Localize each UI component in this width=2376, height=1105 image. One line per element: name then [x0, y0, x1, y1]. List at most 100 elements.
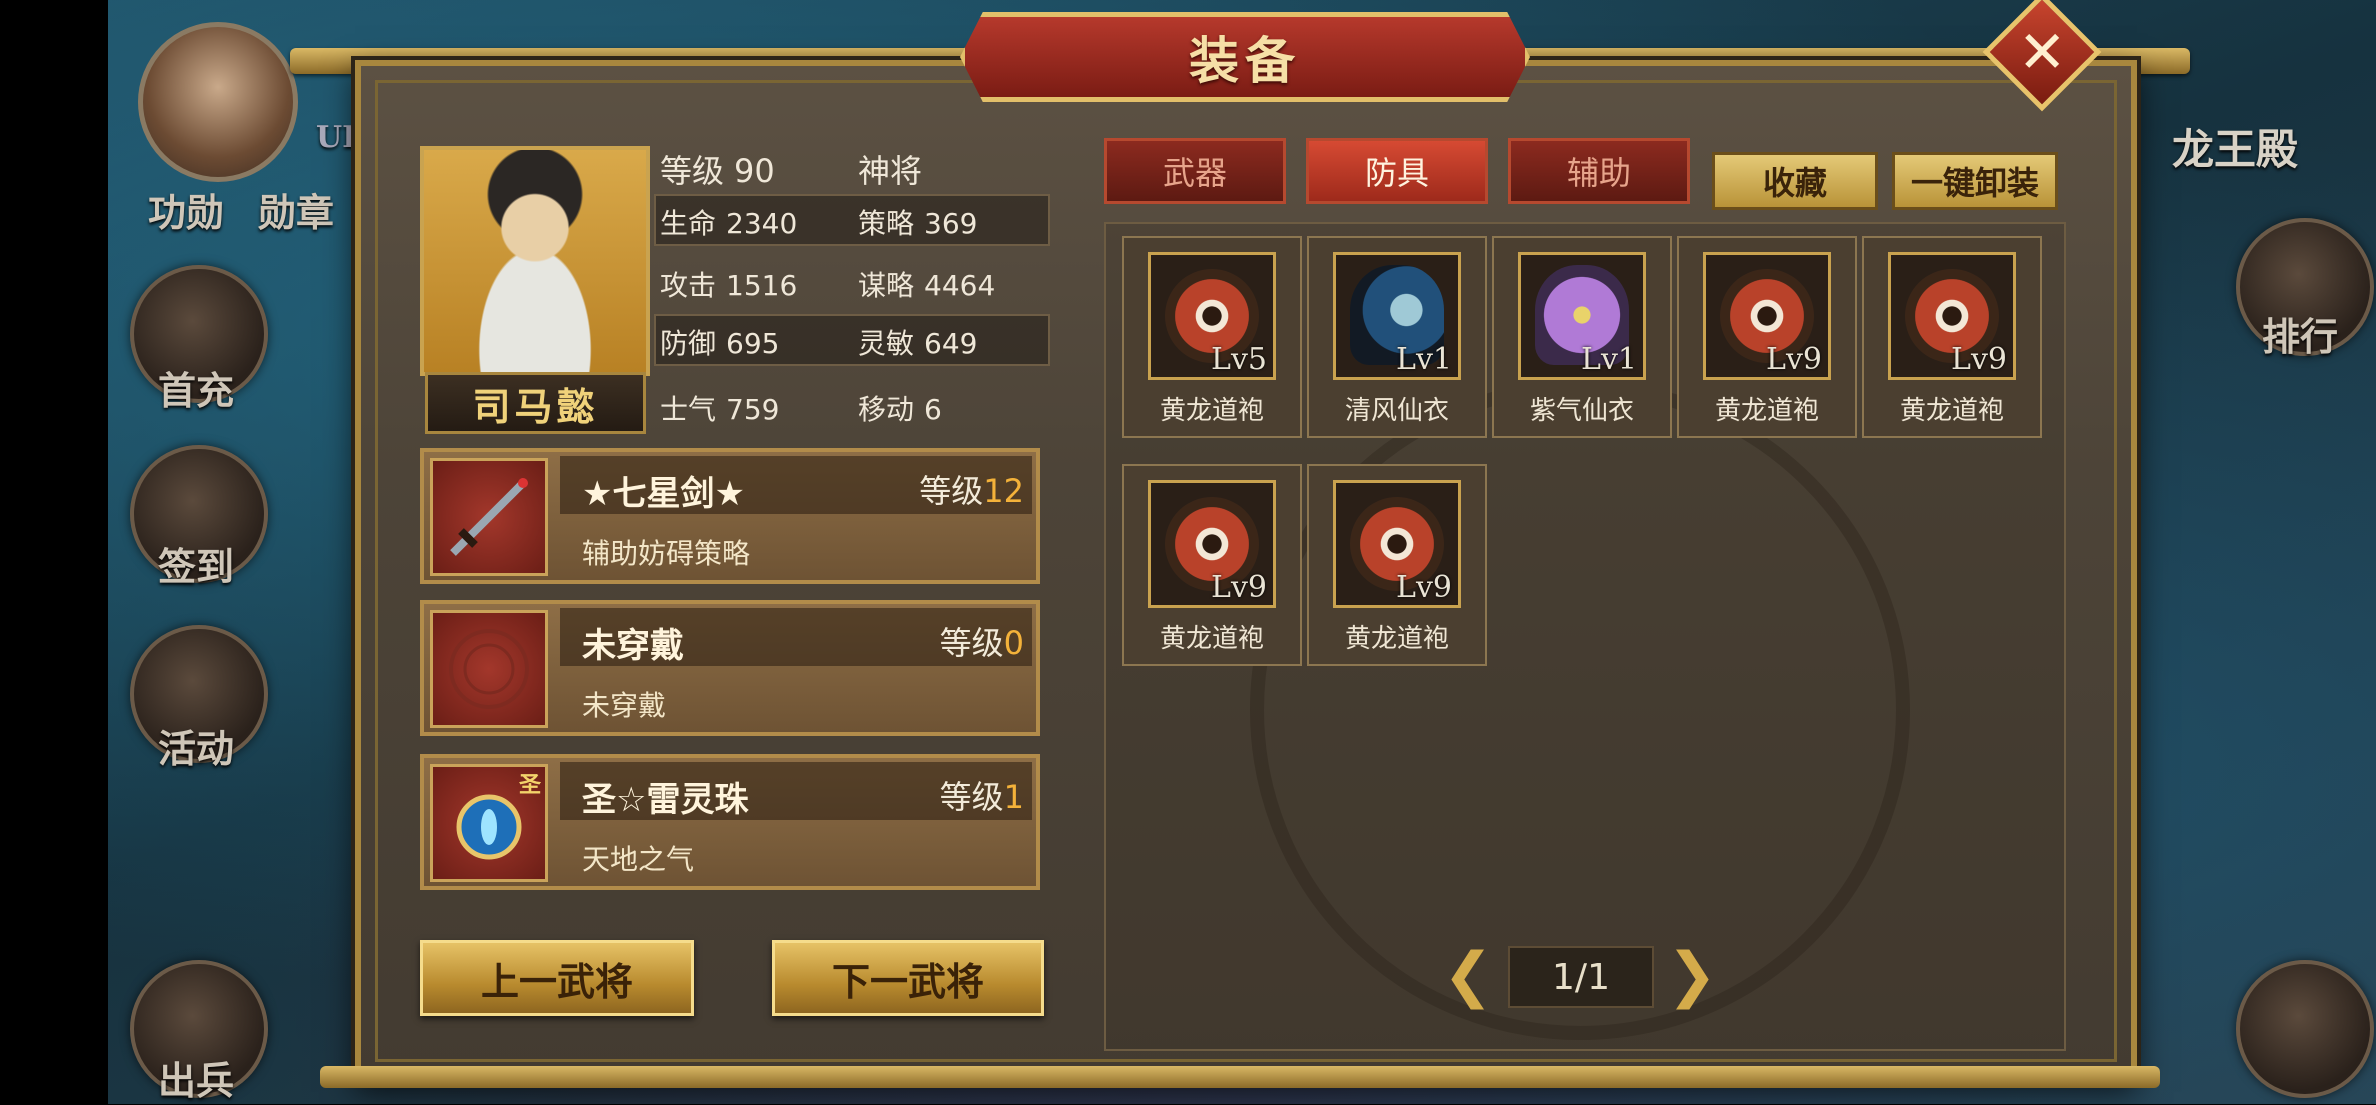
hero-name-plate: 司马懿 [425, 372, 646, 434]
item-level: Lv9 [1951, 342, 2007, 377]
stat-level: 等级 90 [660, 146, 775, 192]
stat-label: 生命 [660, 207, 717, 240]
prev-page-icon[interactable]: ❮ [1438, 940, 1498, 1010]
next-hero-button[interactable]: 下一武将 [772, 940, 1044, 1016]
sign-in-label: 签到 [158, 544, 235, 589]
item-name: 黄龙道袍 [1344, 624, 1449, 654]
stat-agility: 灵敏 649 [858, 322, 977, 362]
sword-icon [430, 458, 548, 576]
inventory-item[interactable]: Lv9 黄龙道袍 [1677, 236, 1857, 438]
item-frame: Lv9 [1148, 480, 1276, 608]
inventory-item[interactable]: Lv9 黄龙道袍 [1862, 236, 2042, 438]
stat-value: 649 [924, 327, 978, 360]
stat-label: 谋略 [858, 269, 915, 302]
item-frame: Lv5 [1148, 252, 1276, 380]
tab-armor[interactable]: 防具 [1306, 138, 1488, 204]
slot-item-name: 未穿戴 [582, 626, 684, 666]
next-page-icon[interactable]: ❯ [1662, 940, 1722, 1010]
stat-label: 灵敏 [858, 327, 915, 360]
hero-portrait [420, 146, 650, 376]
menu-button[interactable] [2236, 960, 2374, 1098]
item-level: Lv5 [1211, 342, 1267, 377]
slot-level: 等级12 [919, 466, 1024, 512]
panel-bottom-rail [320, 1066, 2160, 1088]
item-frame: Lv1 [1333, 252, 1461, 380]
stat-value: 369 [924, 207, 978, 240]
stat-label: 移动 [858, 393, 915, 426]
slot-level-value: 0 [1003, 624, 1024, 662]
item-level: Lv1 [1396, 342, 1452, 377]
favorite-button[interactable]: 收藏 [1712, 152, 1878, 210]
inventory-item[interactable]: Lv1 紫气仙衣 [1492, 236, 1672, 438]
stat-label: 等级 [660, 152, 725, 190]
stat-label: 策略 [858, 207, 915, 240]
dispatch-label: 出兵 [158, 1058, 235, 1103]
slot-item-name: ★七星剑★ [582, 474, 745, 514]
stat-label: 攻击 [660, 269, 717, 302]
activity-label: 活动 [158, 726, 235, 771]
ui-fragment-label: UI [316, 120, 357, 155]
tab-weapon[interactable]: 武器 [1104, 138, 1286, 204]
equip-slot-weapon[interactable]: ★七星剑★ 等级12 辅助妨碍策略 [420, 448, 1040, 584]
stat-value: 4464 [924, 269, 996, 302]
slot-level-value: 1 [1003, 778, 1024, 816]
item-name: 紫气仙衣 [1529, 396, 1634, 426]
close-icon: ✕ [2017, 17, 2067, 86]
inventory-item[interactable]: Lv1 清风仙衣 [1307, 236, 1487, 438]
item-name: 黄龙道袍 [1159, 624, 1264, 654]
page-indicator: 1/1 [1508, 946, 1654, 1008]
stat-value: 695 [726, 327, 780, 360]
holy-badge-icon: 圣 [518, 773, 541, 798]
item-name: 黄龙道袍 [1159, 396, 1264, 426]
first-recharge-label: 首充 [158, 368, 235, 413]
empty-slot-icon [430, 610, 548, 728]
stat-strategy: 策略 369 [858, 202, 977, 242]
stat-value: 2340 [726, 207, 798, 240]
inventory-item[interactable]: Lv9 黄龙道袍 [1307, 464, 1487, 666]
dragon-palace-label: 龙王殿 [2172, 125, 2299, 174]
window-title: 装备 [1189, 31, 1301, 90]
item-frame: Lv9 [1333, 480, 1461, 608]
item-level: Lv1 [1581, 342, 1637, 377]
inventory-item[interactable]: Lv5 黄龙道袍 [1122, 236, 1302, 438]
inventory-item[interactable]: Lv9 黄龙道袍 [1122, 464, 1302, 666]
item-name: 黄龙道袍 [1899, 396, 2004, 426]
hero-name: 司马懿 [472, 383, 599, 429]
item-level: Lv9 [1766, 342, 1822, 377]
stat-morale: 士气 759 [660, 388, 779, 428]
stat-attack: 攻击 1516 [660, 264, 797, 304]
item-name: 清风仙衣 [1344, 396, 1449, 426]
stat-value: 90 [734, 152, 775, 190]
stat-label: 防御 [660, 327, 717, 360]
ranking-label: 排行 [2262, 314, 2339, 359]
item-name: 黄龙道袍 [1714, 396, 1819, 426]
player-avatar[interactable] [138, 22, 298, 182]
stat-hp: 生命 2340 [660, 202, 797, 242]
item-frame: Lv9 [1888, 252, 2016, 380]
stat-value: 759 [726, 393, 780, 426]
medal-label[interactable]: 勋章 [258, 182, 334, 237]
equip-slot-armor[interactable]: 未穿戴 等级0 未穿戴 [420, 600, 1040, 736]
equip-slot-accessory[interactable]: 圣 圣☆雷灵珠 等级1 天地之气 [420, 754, 1040, 890]
orb-icon: 圣 [430, 764, 548, 882]
stat-rank: 神将 [858, 152, 923, 190]
slot-level-label: 等级 [939, 624, 1004, 662]
merit-label[interactable]: 功勋 [148, 182, 224, 237]
item-frame: Lv9 [1703, 252, 1831, 380]
item-level: Lv9 [1211, 570, 1267, 605]
item-frame: Lv1 [1518, 252, 1646, 380]
stat-label: 士气 [660, 393, 717, 426]
unequip-all-button[interactable]: 一键卸装 [1892, 152, 2058, 210]
stat-defense: 防御 695 [660, 322, 779, 362]
slot-level-value: 12 [983, 472, 1024, 510]
tab-accessory[interactable]: 辅助 [1508, 138, 1690, 204]
stat-value: 6 [924, 393, 942, 426]
slot-level-label: 等级 [939, 778, 1004, 816]
prev-hero-button[interactable]: 上一武将 [420, 940, 694, 1016]
slot-level: 等级0 [940, 618, 1024, 664]
slot-level: 等级1 [940, 772, 1024, 818]
title-plate: 装备 [960, 12, 1530, 102]
stat-value: 1516 [726, 269, 798, 302]
slot-level-label: 等级 [919, 472, 984, 510]
item-level: Lv9 [1396, 570, 1452, 605]
